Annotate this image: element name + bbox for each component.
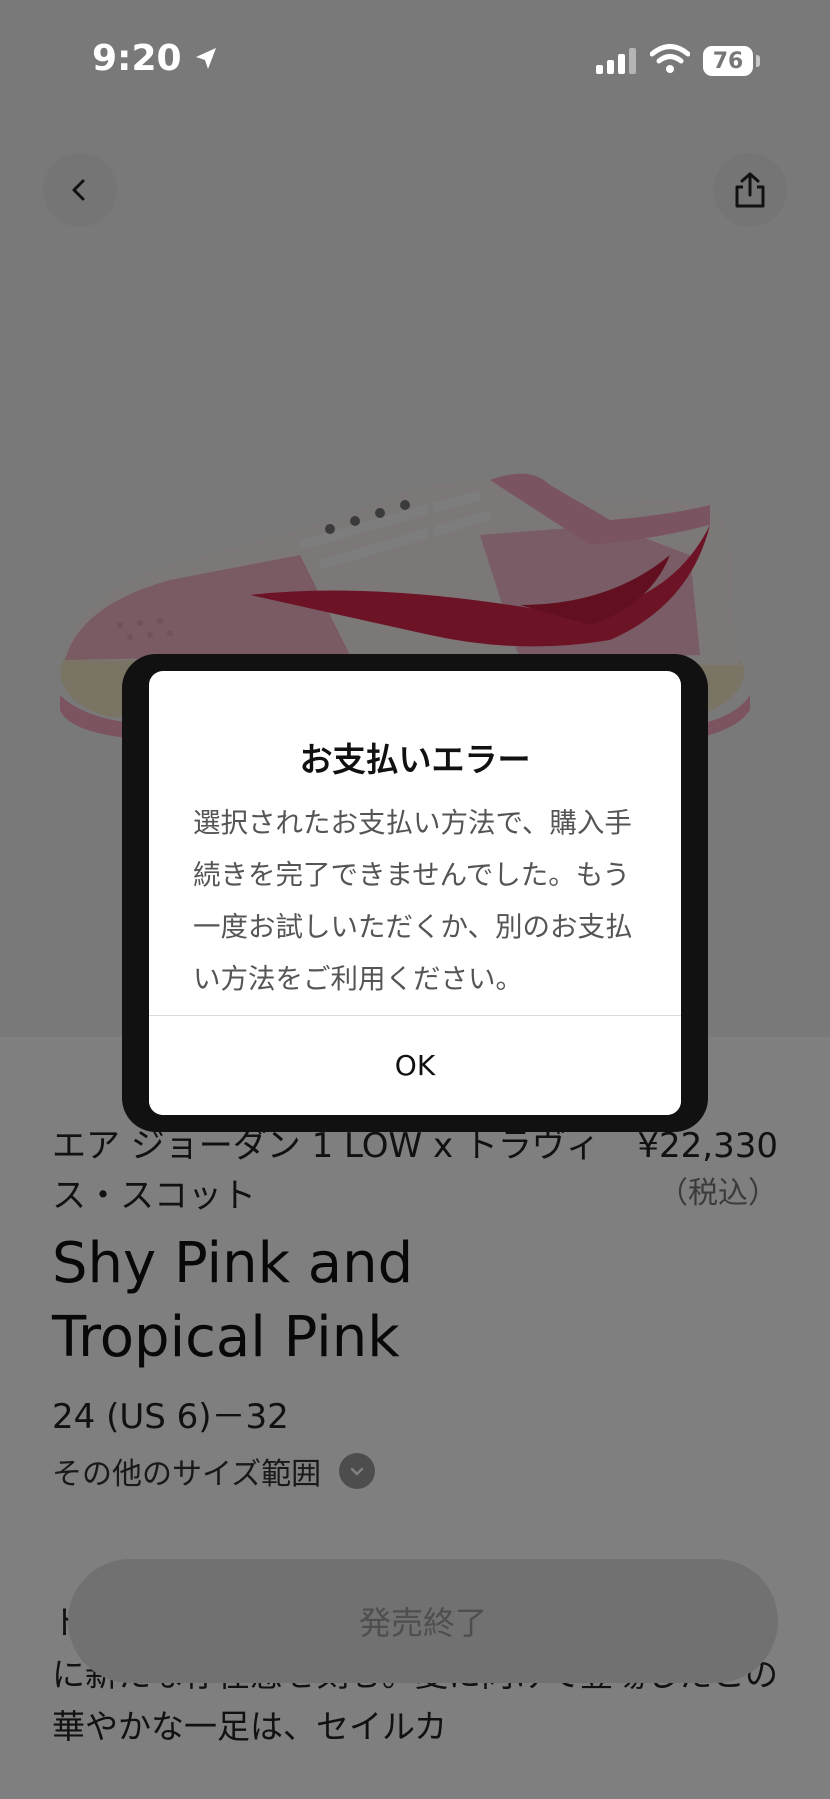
wifi-icon	[650, 44, 690, 73]
battery-tip	[756, 55, 760, 67]
cellular-signal-icon	[596, 48, 636, 74]
dialog-frame: お支払いエラー 選択されたお支払い方法で、購入手続きを完了できませんでした。もう…	[122, 654, 708, 1132]
status-bar: 9:20 76	[0, 0, 830, 120]
ok-button[interactable]: OK	[149, 1016, 681, 1115]
battery-indicator: 76	[703, 46, 753, 76]
status-time-text: 9:20	[92, 38, 182, 79]
dialog-message: 選択されたお支払い方法で、購入手続きを完了できませんでした。もう一度お試しいただ…	[193, 807, 633, 995]
location-arrow-icon	[195, 47, 216, 69]
status-time: 9:20	[92, 38, 220, 79]
dialog-title: お支払いエラー	[299, 740, 531, 779]
payment-error-dialog: お支払いエラー 選択されたお支払い方法で、購入手続きを完了できませんでした。もう…	[149, 671, 681, 1115]
